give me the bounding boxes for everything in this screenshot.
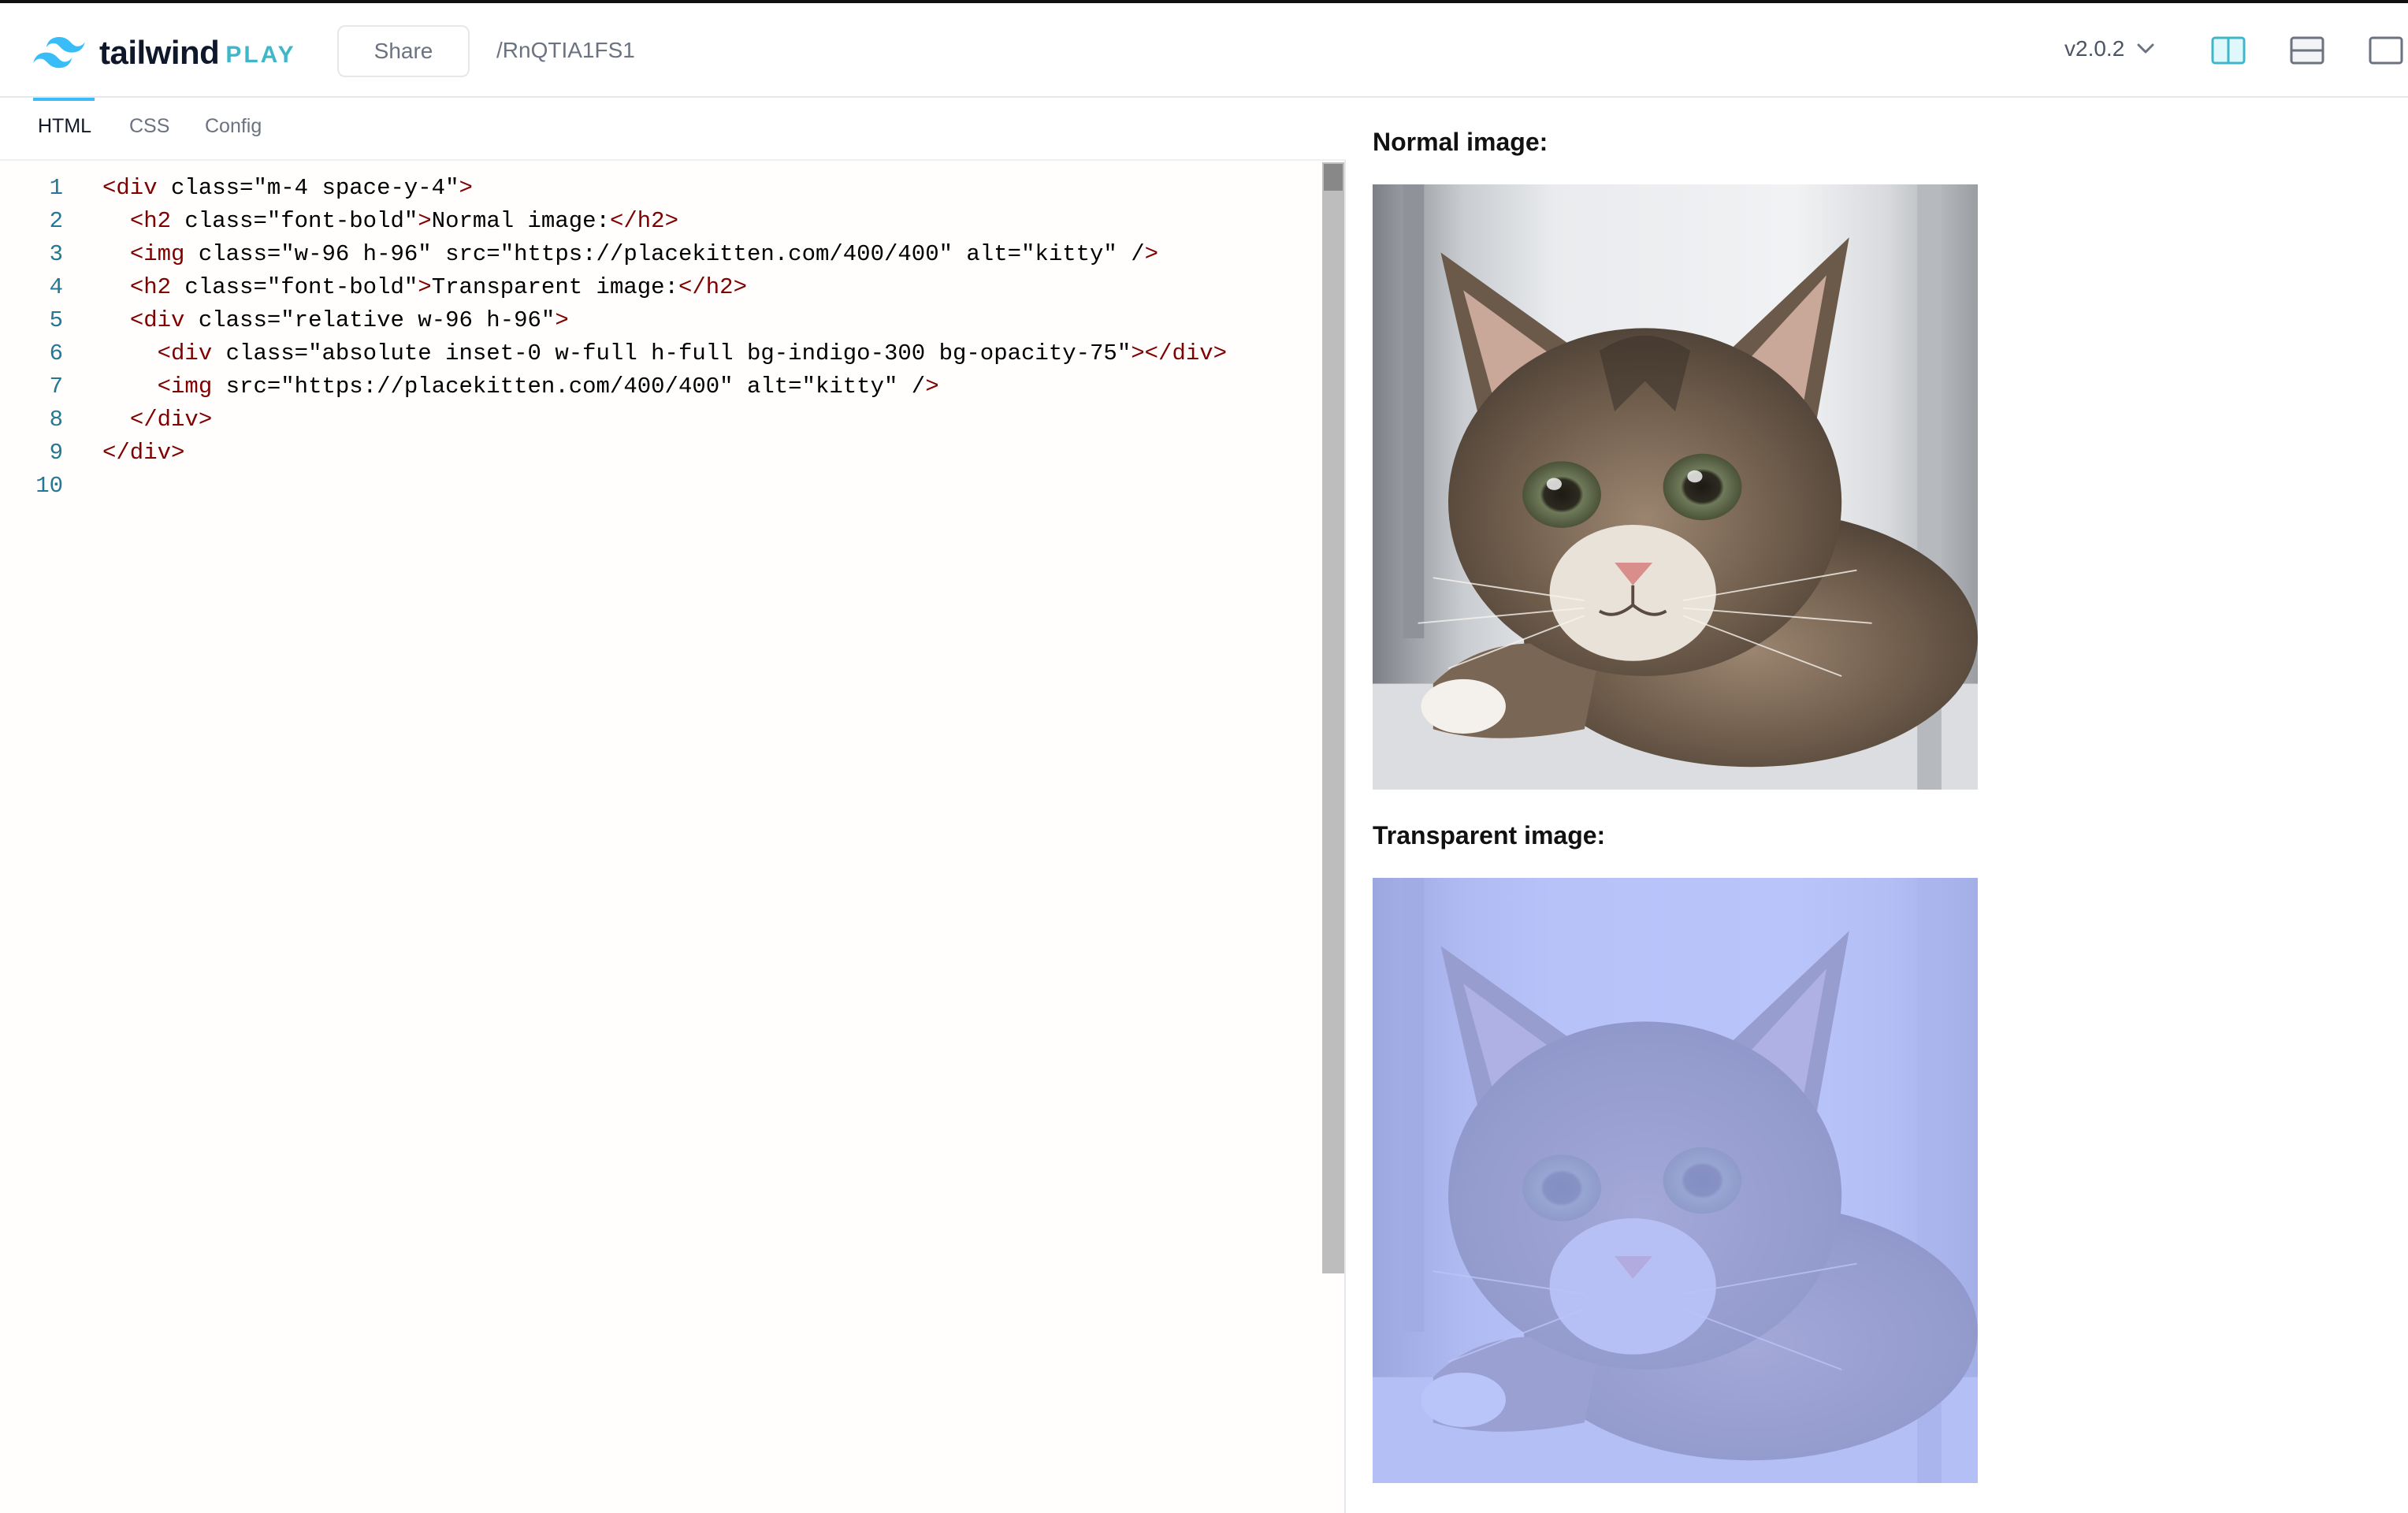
code-line[interactable]: <img src="https://placekitten.com/400/40…: [102, 370, 1227, 403]
indigo-overlay: [1373, 878, 1978, 1483]
line-number: 10: [35, 473, 63, 499]
line-number: 1: [49, 175, 63, 201]
kitty-image: [1373, 184, 1978, 790]
tailwind-logo-icon: [33, 37, 85, 69]
editor-tabs: HTML CSS Config: [0, 98, 1346, 161]
layout-vertical-split-button[interactable]: [2211, 35, 2246, 66]
playground-url-path: /RnQTIA1FS1: [496, 38, 635, 62]
code-line[interactable]: </div>: [102, 403, 1227, 437]
kitten-photo: [1373, 184, 1978, 790]
transparent-kitty-container: [1373, 878, 1978, 1483]
code-line[interactable]: <h2 class="font-bold">Normal image:</h2>: [102, 205, 1227, 238]
editor-scrollbar[interactable]: [1322, 162, 1344, 1273]
line-number: 2: [49, 208, 63, 234]
line-number: 3: [49, 241, 63, 267]
code-line[interactable]: <img class="w-96 h-96" src="https://plac…: [102, 238, 1227, 271]
code-line[interactable]: <div class="m-4 space-y-4">: [102, 172, 1227, 205]
tab-config[interactable]: Config: [205, 115, 262, 151]
logo-play-text: PLAY: [225, 42, 296, 68]
active-tab-indicator: [33, 98, 95, 101]
tab-html[interactable]: HTML: [38, 115, 91, 151]
logo-text: tailwind: [99, 34, 220, 71]
code-line[interactable]: <div class="absolute inset-0 w-full h-fu…: [102, 337, 1227, 370]
split-horizontal-icon: [2290, 36, 2324, 65]
code-line[interactable]: [102, 470, 1227, 503]
normal-image-heading: Normal image:: [1373, 128, 1548, 156]
split-vertical-icon: [2211, 36, 2246, 65]
tab-css[interactable]: CSS: [129, 115, 169, 151]
chevron-down-icon: [2137, 43, 2154, 54]
line-number: 8: [49, 407, 63, 433]
preview-pane: Normal image: Transparent image:: [1347, 98, 2408, 1513]
layout-horizontal-split-button[interactable]: [2290, 35, 2324, 66]
code-line[interactable]: </div>: [102, 437, 1227, 470]
line-number: 9: [49, 440, 63, 466]
code-editor[interactable]: 1 2 3 4 5 6 7 8 9 10 <div class="m-4 spa…: [0, 162, 1324, 1513]
share-button[interactable]: Share: [337, 25, 470, 77]
line-number: 4: [49, 274, 63, 300]
line-number: 6: [49, 340, 63, 366]
version-select[interactable]: v2.0.2: [2064, 36, 2154, 61]
code-line[interactable]: <h2 class="font-bold">Transparent image:…: [102, 271, 1227, 304]
version-label: v2.0.2: [2064, 36, 2125, 61]
transparent-image-heading: Transparent image:: [1373, 821, 1606, 849]
tailwind-play-logo[interactable]: tailwind PLAY: [33, 33, 296, 72]
line-number: 5: [49, 307, 63, 333]
line-number: 7: [49, 374, 63, 400]
line-number-gutter: 1 2 3 4 5 6 7 8 9 10: [0, 172, 87, 503]
code-line[interactable]: <div class="relative w-96 h-96">: [102, 304, 1227, 337]
code-lines[interactable]: <div class="m-4 space-y-4"> <h2 class="f…: [102, 172, 1227, 503]
editor-scrollbar-thumb[interactable]: [1324, 164, 1343, 191]
top-bar: tailwind PLAY Share /RnQTIA1FS1 v2.0.2: [0, 0, 2408, 98]
editor-pane: HTML CSS Config 1 2 3 4 5 6 7 8 9 10 <di…: [0, 98, 1346, 1513]
layout-preview-only-button[interactable]: [2369, 35, 2403, 66]
preview-only-icon: [2369, 36, 2403, 65]
